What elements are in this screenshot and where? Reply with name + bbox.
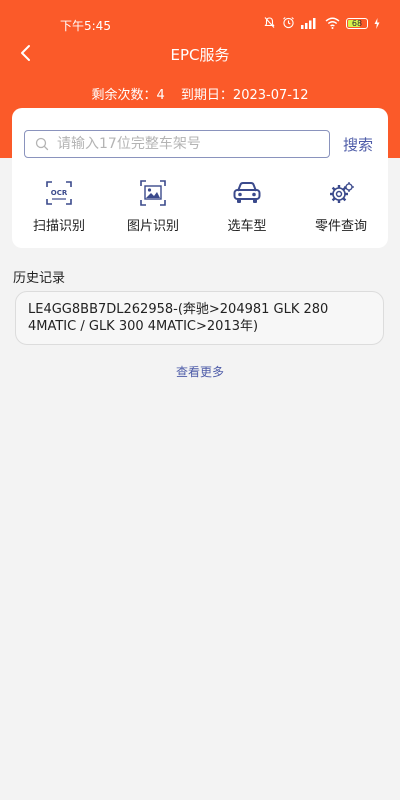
wifi-icon	[325, 14, 340, 33]
tool-ocr-scan[interactable]: OCR 扫描识别	[17, 178, 101, 238]
battery-icon: 68	[346, 17, 368, 29]
tool-label: 图片识别	[126, 219, 179, 234]
image-recognize-icon	[140, 180, 166, 206]
tool-label: 扫描识别	[32, 219, 85, 234]
ocr-scan-icon: OCR	[46, 181, 72, 205]
search-card: 搜索 OCR 扫描识别	[12, 108, 388, 248]
tool-select-model[interactable]: 选车型	[205, 178, 289, 238]
search-button[interactable]: 搜索	[343, 134, 373, 155]
account-info: 剩余次数：4 到期日：2023-07-12	[0, 84, 400, 103]
status-icons: 68	[263, 14, 380, 32]
view-more-link[interactable]: 查看更多	[0, 363, 400, 380]
expiry-date: 到期日：2023-07-12	[180, 88, 309, 103]
parts-gear-icon	[330, 182, 354, 203]
search-icon	[35, 137, 49, 151]
search-box[interactable]	[24, 130, 330, 158]
remaining-count: 剩余次数：4	[91, 88, 165, 103]
vin-search-input[interactable]	[55, 135, 329, 153]
svg-text:OCR: OCR	[51, 189, 68, 197]
tool-label: 选车型	[227, 219, 267, 234]
status-bar: 下午5:45 68	[0, 0, 400, 40]
tool-label: 零件查询	[314, 219, 367, 234]
status-time: 下午5:45	[60, 19, 111, 33]
tool-image-recognize[interactable]: 图片识别	[111, 178, 195, 238]
page-title: EPC服务	[170, 46, 230, 64]
signal-icon	[301, 14, 319, 33]
car-icon	[233, 182, 261, 203]
alarm-icon	[282, 14, 295, 33]
tool-parts-query[interactable]: 零件查询	[299, 178, 383, 238]
tool-grid: OCR 扫描识别 图片识别 选车型 零件查询	[12, 178, 388, 238]
epc-service-page: 下午5:45 68 EPC服务 剩余次数：4 到期日：2023-07-12 请输…	[0, 0, 400, 800]
history-title: 历史记录	[13, 271, 66, 286]
mute-icon	[263, 14, 276, 33]
history-item[interactable]: LE4GG8BB7DL262958-(奔驰>204981 GLK 280 4MA…	[15, 291, 384, 345]
battery-level-text: 68	[351, 18, 363, 28]
charging-icon	[374, 14, 380, 33]
